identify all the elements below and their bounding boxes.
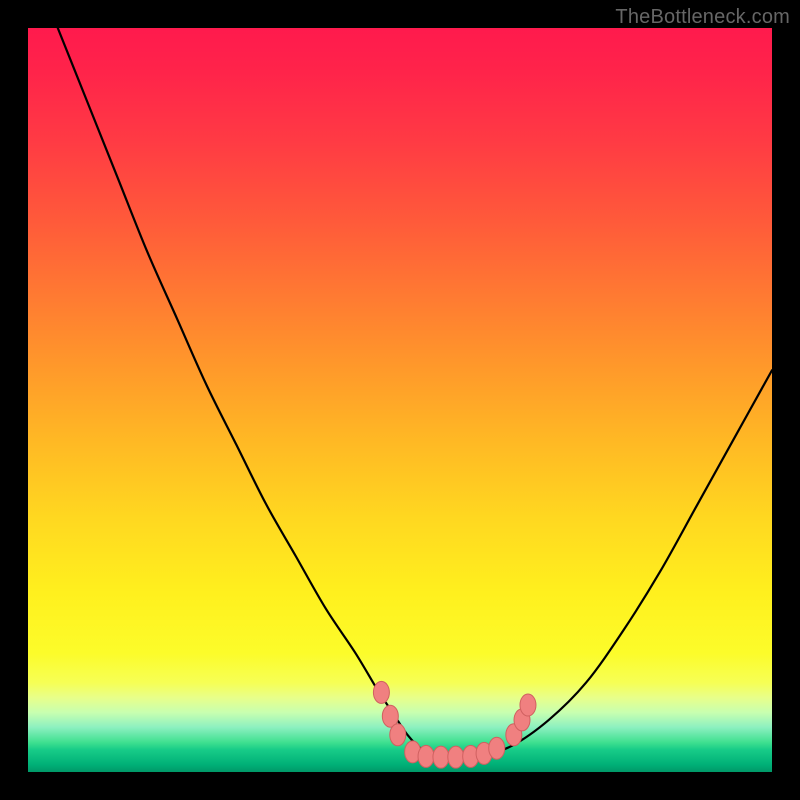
curve-marker (418, 745, 434, 767)
curve-marker (390, 724, 406, 746)
curve-markers (373, 681, 536, 768)
chart-frame: TheBottleneck.com (0, 0, 800, 800)
bottleneck-curve (58, 28, 772, 757)
curve-marker (373, 681, 389, 703)
curve-layer (28, 28, 772, 772)
curve-marker (520, 694, 536, 716)
curve-marker (448, 746, 464, 768)
watermark-text: TheBottleneck.com (615, 6, 790, 29)
curve-marker (433, 746, 449, 768)
plot-area (28, 28, 772, 772)
curve-marker (489, 737, 505, 759)
